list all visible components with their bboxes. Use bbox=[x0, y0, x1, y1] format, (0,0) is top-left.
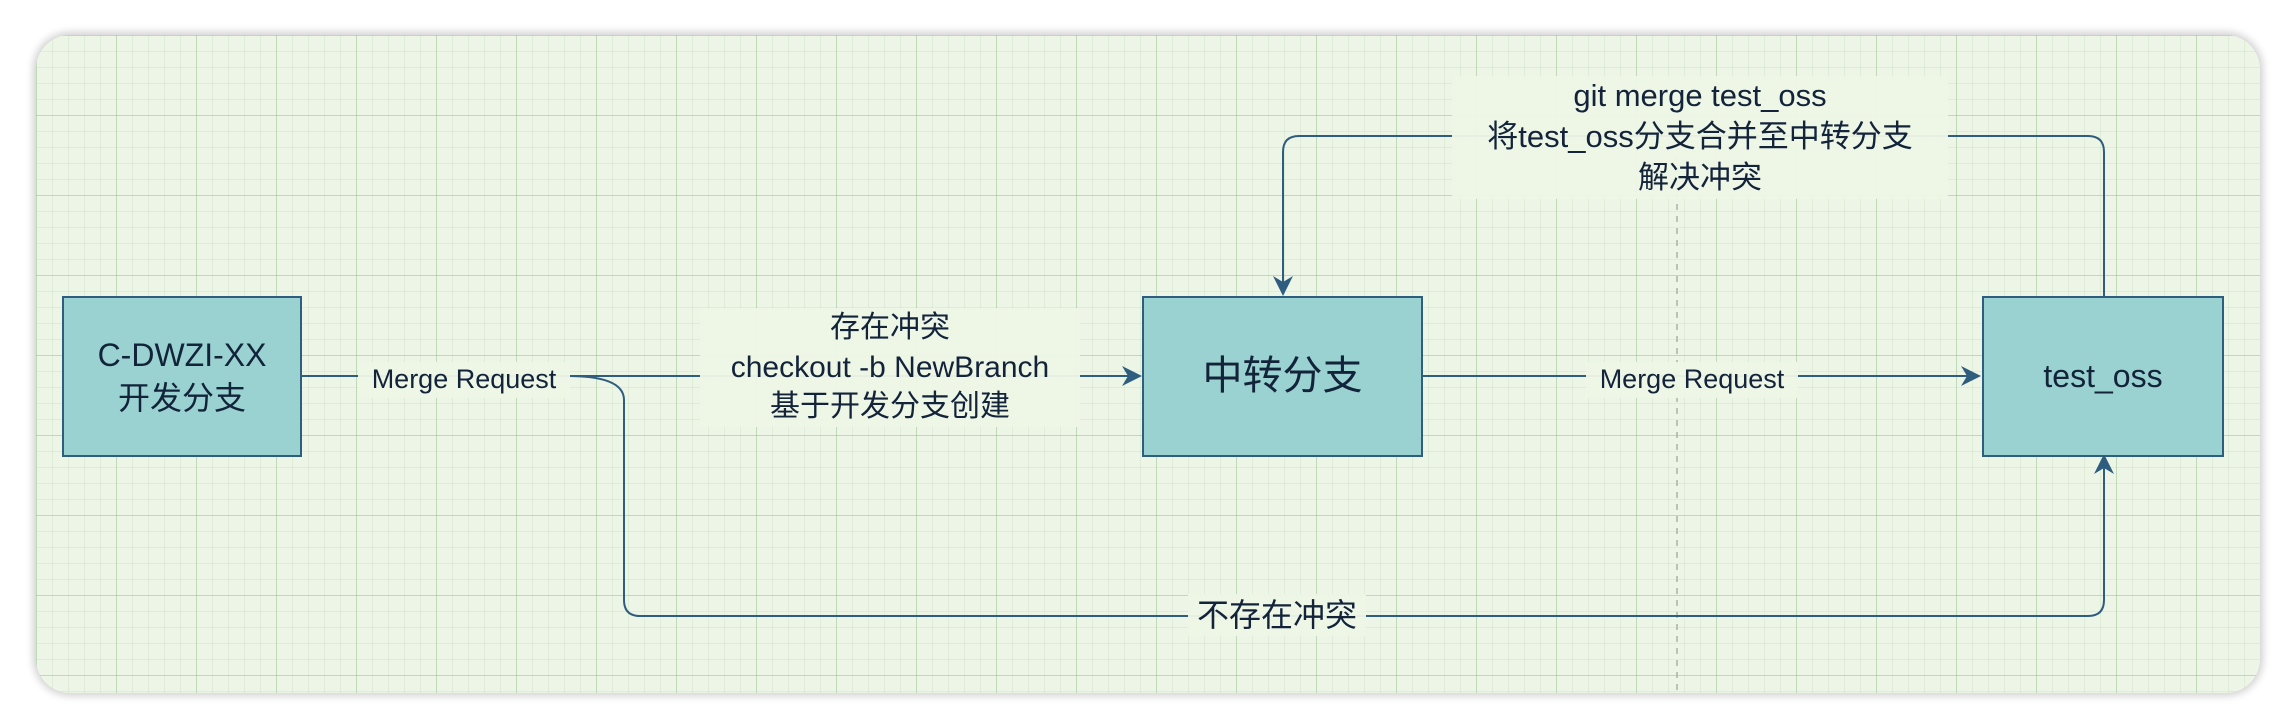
label-no-conflict: 不存在冲突 bbox=[1188, 594, 1366, 637]
label-dev-merge-request: Merge Request bbox=[358, 362, 570, 398]
label-transfer-merge-request: Merge Request bbox=[1586, 362, 1798, 398]
node-dev-branch[interactable]: C-DWZI-XX 开发分支 bbox=[62, 296, 302, 457]
node-test-oss[interactable]: test_oss bbox=[1982, 296, 2224, 457]
node-transfer-branch[interactable]: 中转分支 bbox=[1142, 296, 1423, 457]
label-merge-back: git merge test_oss 将test_oss分支合并至中转分支 解决… bbox=[1452, 76, 1948, 199]
label-conflict: 存在冲突 checkout -b NewBranch 基于开发分支创建 bbox=[700, 308, 1080, 427]
